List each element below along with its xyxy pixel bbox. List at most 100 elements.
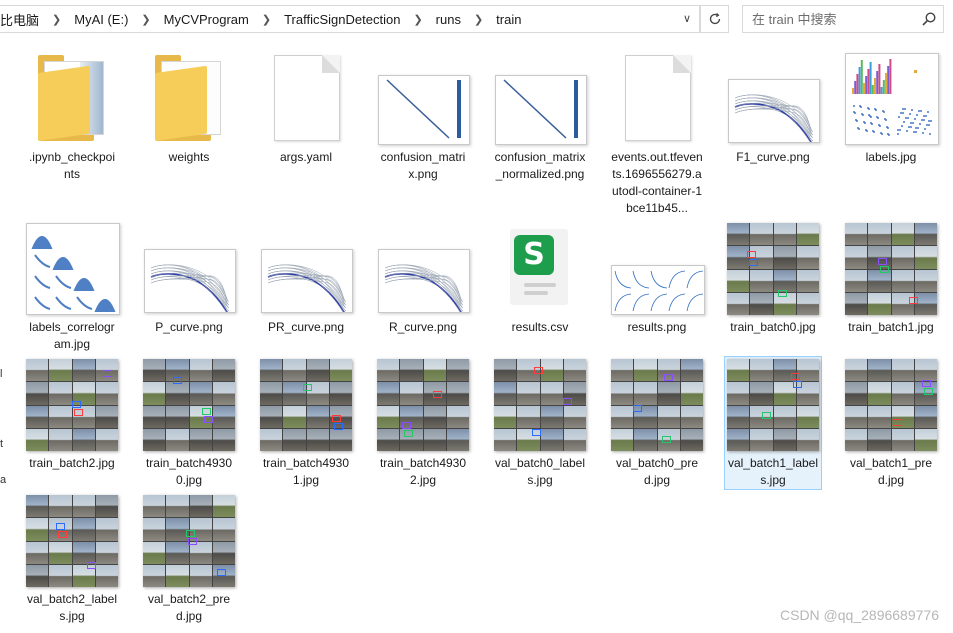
photo-cell bbox=[727, 223, 750, 246]
photo-cell bbox=[540, 359, 563, 382]
csv-document: S bbox=[510, 229, 568, 305]
search-box[interactable] bbox=[742, 5, 944, 33]
photo-grid-thumbnail bbox=[260, 359, 352, 451]
file-thumbnail bbox=[725, 221, 821, 317]
file-name: labels_correlogram.jpg bbox=[29, 320, 115, 351]
refresh-button[interactable] bbox=[700, 5, 729, 33]
photo-cell bbox=[914, 428, 937, 451]
photo-cell bbox=[143, 564, 166, 587]
photo-cell bbox=[95, 405, 118, 428]
breadcrumb-mycvprogram[interactable]: MyCVProgram bbox=[161, 12, 252, 27]
photo-cell bbox=[845, 405, 868, 428]
file-item[interactable]: weights bbox=[140, 50, 238, 167]
photo-cell bbox=[189, 359, 212, 382]
search-icon[interactable] bbox=[921, 11, 937, 27]
chevron-right-icon[interactable]: ❯ bbox=[403, 13, 432, 26]
annotation-box bbox=[924, 388, 933, 395]
file-item[interactable]: results.png bbox=[608, 220, 706, 337]
photo-cell bbox=[796, 246, 819, 269]
photo-cell bbox=[796, 405, 819, 428]
curve-plot-thumbnail bbox=[261, 249, 353, 313]
address-bar[interactable]: 比电脑 ❯ MyAI (E:) ❯ MyCVProgram ❯ TrafficS… bbox=[0, 5, 700, 33]
photo-cell bbox=[143, 405, 166, 428]
photo-cell bbox=[212, 405, 235, 428]
photo-cell bbox=[494, 382, 517, 405]
chevron-right-icon[interactable]: ❯ bbox=[131, 13, 160, 26]
file-item[interactable]: val_batch2_labels.jpg bbox=[23, 492, 121, 626]
annotation-box bbox=[404, 430, 413, 437]
file-name: train_batch49300.jpg bbox=[145, 456, 233, 487]
file-thumbnail bbox=[24, 221, 120, 317]
photo-cell bbox=[143, 495, 166, 518]
annotation-box bbox=[188, 538, 197, 545]
file-item[interactable]: labels.jpg bbox=[842, 50, 940, 167]
chevron-right-icon[interactable]: ❯ bbox=[252, 13, 281, 26]
photo-cell bbox=[95, 518, 118, 541]
photo-cell bbox=[446, 382, 469, 405]
photo-cell bbox=[446, 359, 469, 382]
photo-cell bbox=[540, 382, 563, 405]
search-input[interactable] bbox=[743, 10, 924, 28]
file-item[interactable]: train_batch1.jpg bbox=[842, 220, 940, 337]
spreadsheet-icon: S bbox=[514, 235, 554, 275]
photo-cell bbox=[868, 405, 891, 428]
file-item[interactable]: events.out.tfevents.1696556279.autodl-co… bbox=[608, 50, 706, 218]
file-thumbnail bbox=[375, 51, 471, 147]
file-item[interactable]: train_batch2.jpg bbox=[23, 356, 121, 473]
chevron-right-icon[interactable]: ❯ bbox=[42, 13, 71, 26]
csv-line bbox=[524, 283, 556, 287]
annotation-box bbox=[332, 415, 341, 422]
file-thumbnail: S bbox=[492, 221, 588, 317]
file-item[interactable]: .ipynb_checkpoints bbox=[23, 50, 121, 184]
file-item[interactable]: confusion_matrix_normalized.png bbox=[491, 50, 589, 184]
photo-cell bbox=[891, 223, 914, 246]
breadcrumb-runs[interactable]: runs bbox=[433, 12, 464, 27]
file-item[interactable]: R_curve.png bbox=[374, 220, 472, 337]
confusion-matrix-thumbnail bbox=[495, 75, 587, 145]
file-item[interactable]: train_batch0.jpg bbox=[724, 220, 822, 337]
breadcrumb-drive[interactable]: MyAI (E:) bbox=[71, 12, 131, 27]
file-item[interactable]: Sresults.csv bbox=[491, 220, 589, 337]
file-name: results.csv bbox=[511, 320, 569, 334]
file-item[interactable]: labels_correlogram.jpg bbox=[23, 220, 121, 354]
file-name: val_batch2_labels.jpg bbox=[26, 592, 118, 623]
annotation-box bbox=[909, 297, 918, 304]
file-item[interactable]: PR_curve.png bbox=[257, 220, 355, 337]
annotation-box bbox=[747, 251, 756, 258]
file-item[interactable]: args.yaml bbox=[257, 50, 355, 167]
file-name: R_curve.png bbox=[388, 320, 458, 334]
refresh-icon bbox=[709, 12, 720, 25]
file-item[interactable]: confusion_matrix.png bbox=[374, 50, 472, 184]
file-item[interactable]: F1_curve.png bbox=[724, 50, 822, 167]
photo-cell bbox=[49, 564, 72, 587]
file-thumbnail bbox=[843, 51, 939, 147]
file-item[interactable]: val_batch1_pred.jpg bbox=[842, 356, 940, 490]
photo-cell bbox=[143, 428, 166, 451]
file-item[interactable]: train_batch49301.jpg bbox=[257, 356, 355, 490]
breadcrumb-train[interactable]: train bbox=[493, 12, 524, 27]
file-thumbnail bbox=[24, 357, 120, 453]
file-item[interactable]: val_batch0_pred.jpg bbox=[608, 356, 706, 490]
file-thumbnail bbox=[492, 357, 588, 453]
photo-cell bbox=[845, 382, 868, 405]
photo-cell bbox=[634, 428, 657, 451]
watermark: CSDN @qq_2896689776 bbox=[780, 607, 939, 623]
file-item[interactable]: P_curve.png bbox=[140, 220, 238, 337]
annotation-box bbox=[880, 266, 889, 273]
chevron-right-icon[interactable]: ❯ bbox=[464, 13, 493, 26]
photo-cell bbox=[563, 428, 586, 451]
file-item[interactable]: train_batch49300.jpg bbox=[140, 356, 238, 490]
photo-cell bbox=[634, 382, 657, 405]
file-name: train_batch1.jpg bbox=[848, 320, 934, 334]
file-item[interactable]: val_batch0_labels.jpg bbox=[491, 356, 589, 490]
file-item[interactable]: train_batch49302.jpg bbox=[374, 356, 472, 490]
file-item[interactable]: val_batch1_labels.jpg bbox=[724, 356, 822, 490]
file-thumbnail bbox=[141, 493, 237, 589]
photo-cell bbox=[868, 223, 891, 246]
nav-pane-fragment: t bbox=[0, 438, 4, 450]
file-item[interactable]: val_batch2_pred.jpg bbox=[140, 492, 238, 626]
breadcrumb-trafficsigndetection[interactable]: TrafficSignDetection bbox=[281, 12, 403, 27]
breadcrumb-this-pc[interactable]: 比电脑 bbox=[0, 10, 42, 29]
chevron-down-icon[interactable]: ∨ bbox=[683, 12, 691, 25]
file-thumbnail bbox=[609, 51, 705, 147]
